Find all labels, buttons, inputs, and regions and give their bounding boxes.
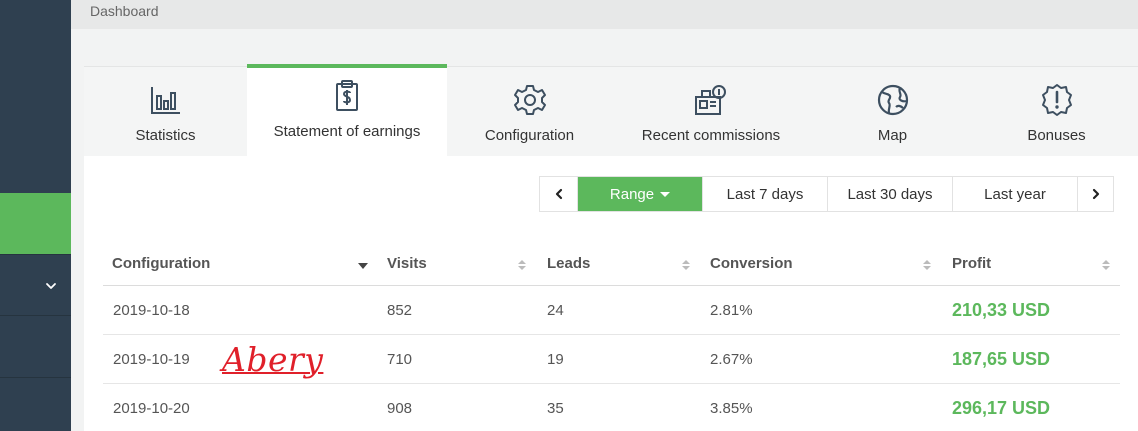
range-last-7-days[interactable]: Last 7 days — [703, 177, 828, 211]
cell-date: 2019-10-20 — [113, 400, 190, 417]
tab-configuration[interactable]: Configuration — [447, 67, 612, 157]
tab-bar: Statistics Statement of earnings Configu… — [84, 64, 1138, 157]
table-row: 2019-10-20 908 35 3.85% 296,17 USD — [103, 384, 1120, 431]
sidebar-item-active[interactable] — [0, 193, 71, 254]
sort-icon[interactable] — [1101, 259, 1111, 271]
tab-label: Bonuses — [1027, 127, 1086, 144]
cell-profit: 187,65 USD — [952, 349, 1051, 369]
cell-date: 2019-10-19 — [113, 351, 190, 368]
column-header-visits[interactable]: Visits — [387, 240, 427, 286]
column-header-conversion[interactable]: Conversion — [710, 240, 793, 286]
sort-icon[interactable] — [681, 259, 691, 271]
cell-profit: 210,33 USD — [952, 300, 1051, 320]
sidebar-divider — [0, 315, 71, 316]
date-range-selector: Range Last 7 days Last 30 days Last year — [539, 176, 1114, 212]
range-last-30-days[interactable]: Last 30 days — [828, 177, 953, 211]
sidebar-divider — [0, 254, 71, 255]
tab-map[interactable]: Map — [810, 67, 975, 157]
tab-recent-commissions[interactable]: Recent commissions — [612, 67, 810, 157]
column-header-configuration[interactable]: Configuration — [112, 240, 210, 286]
tab-label: Recent commissions — [641, 127, 781, 144]
tab-label: Statement of earnings — [273, 123, 421, 140]
cell-visits: 852 — [387, 302, 413, 319]
gear-icon — [513, 85, 546, 115]
chevron-down-icon[interactable] — [44, 279, 58, 293]
top-bar: Dashboard — [71, 0, 1138, 29]
tab-bonuses[interactable]: Bonuses — [975, 67, 1138, 157]
cash-register-icon — [695, 85, 726, 115]
breadcrumb[interactable]: Dashboard — [90, 3, 159, 19]
table-row: 2019-10-18 852 24 2.81% 210,33 USD — [103, 286, 1120, 335]
range-dropdown-button[interactable]: Range — [578, 177, 703, 211]
caret-down-icon — [660, 191, 671, 197]
cell-conversion: 2.81% — [710, 302, 753, 319]
cell-leads: 35 — [547, 400, 564, 417]
sidebar — [0, 0, 71, 431]
cell-profit: 296,17 USD — [952, 398, 1051, 418]
badge-alert-icon — [1041, 84, 1072, 116]
cell-conversion: 2.67% — [710, 351, 753, 368]
tab-statement-of-earnings[interactable]: Statement of earnings — [247, 64, 447, 157]
cell-leads: 24 — [547, 302, 564, 319]
cell-date: 2019-10-18 — [113, 302, 190, 319]
column-header-profit[interactable]: Profit — [952, 240, 991, 286]
sort-desc-icon[interactable] — [358, 260, 368, 272]
clipboard-dollar-icon — [336, 80, 358, 111]
prev-range-button[interactable] — [540, 177, 578, 211]
range-last-year[interactable]: Last year — [953, 177, 1078, 211]
sort-icon[interactable] — [922, 259, 932, 271]
sidebar-divider — [0, 377, 71, 378]
tab-label: Statistics — [135, 127, 196, 144]
tab-label: Configuration — [484, 127, 575, 144]
bar-chart-icon — [150, 87, 180, 114]
next-range-button[interactable] — [1078, 177, 1113, 211]
signature: Abery — [222, 340, 324, 379]
sort-icon[interactable] — [517, 259, 527, 271]
tab-statistics[interactable]: Statistics — [84, 67, 247, 157]
cell-leads: 19 — [547, 351, 564, 368]
chevron-left-icon — [555, 188, 562, 200]
range-label: Range — [609, 185, 655, 203]
cell-conversion: 3.85% — [710, 400, 753, 417]
globe-icon — [877, 84, 908, 116]
column-header-leads[interactable]: Leads — [547, 240, 590, 286]
cell-visits: 710 — [387, 351, 413, 368]
chevron-right-icon — [1092, 188, 1099, 200]
cell-visits: 908 — [387, 400, 413, 417]
tab-label: Map — [877, 127, 908, 144]
